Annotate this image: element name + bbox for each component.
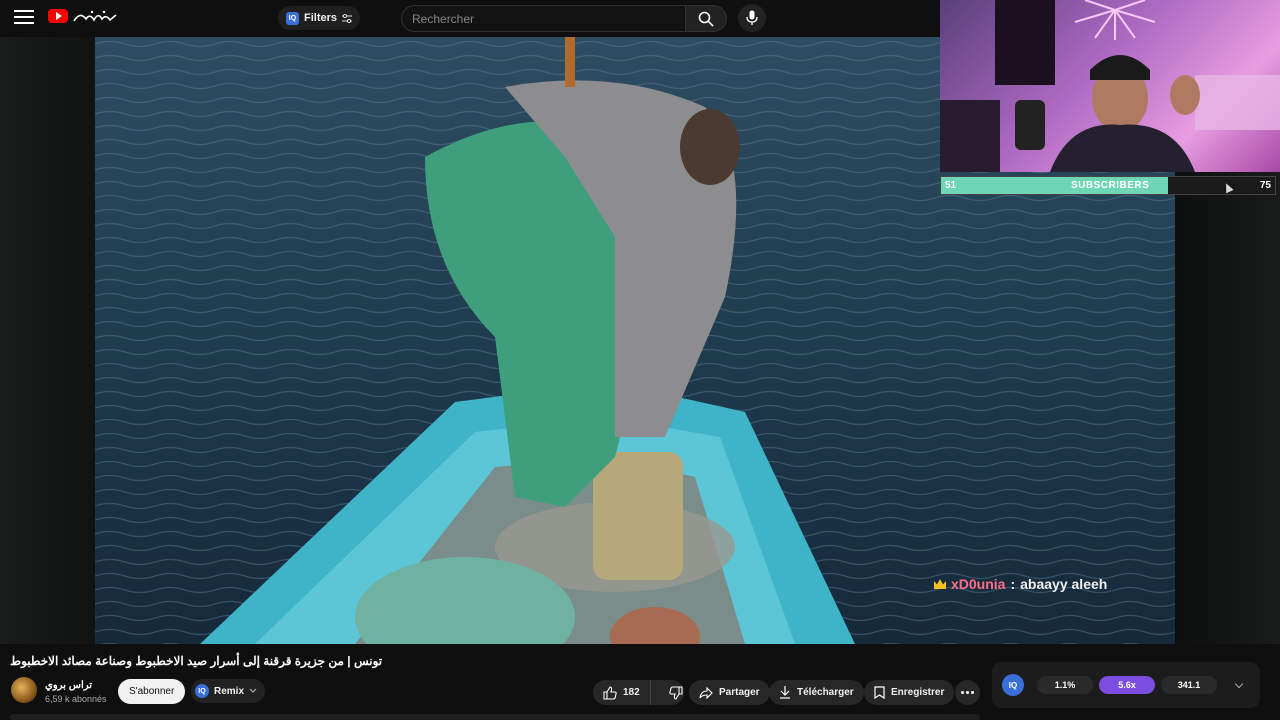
sliders-icon	[342, 13, 353, 23]
share-icon	[699, 686, 713, 699]
bookmark-icon	[874, 686, 885, 699]
channel-avatar[interactable]	[11, 677, 37, 703]
logo-wordmark	[73, 10, 117, 22]
remix-label: Remix	[214, 685, 245, 697]
iq-extension-icon: IQ	[286, 11, 299, 25]
chat-message: xD0unia : abaayy aleeh	[934, 576, 1107, 592]
download-icon	[780, 686, 790, 699]
iq-extension-icon: IQ	[195, 684, 209, 698]
speed-chip-1[interactable]: 1.1%	[1037, 676, 1093, 694]
speed-chip-3[interactable]: 341.1	[1161, 676, 1217, 694]
subscriber-label: SUBSCRIBERS	[1071, 180, 1150, 191]
filters-label: Filters	[304, 12, 338, 24]
chevron-down-icon[interactable]	[1234, 679, 1244, 689]
save-label: Enregistrer	[891, 687, 945, 698]
webcam-image	[940, 0, 1280, 172]
like-button[interactable]: 182	[593, 680, 651, 705]
more-actions-button[interactable]	[955, 680, 980, 705]
channel-subscriber-count: 6,59 k abonnés	[45, 694, 107, 704]
save-button[interactable]: Enregistrer	[864, 680, 955, 705]
horizontal-scrollbar[interactable]	[10, 714, 980, 720]
download-label: Télécharger	[797, 687, 854, 698]
share-button[interactable]: Partager	[689, 680, 770, 705]
like-count: 182	[623, 687, 640, 698]
chevron-down-icon	[249, 688, 257, 693]
microphone-icon	[746, 10, 758, 25]
hamburger-menu-icon[interactable]	[14, 10, 34, 26]
channel-name[interactable]: تراس بروي	[45, 680, 92, 691]
youtube-logo[interactable]	[48, 9, 118, 23]
voice-search-button[interactable]	[738, 4, 766, 32]
youtube-watch-page: IQ Filters Rechercher 51 SUBSCRIBERS 75 …	[0, 0, 1280, 720]
search-icon	[698, 11, 714, 27]
subscriber-goal: 75	[1259, 180, 1271, 191]
iq-extension-icon[interactable]: IQ	[1002, 674, 1024, 696]
share-label: Partager	[719, 687, 760, 698]
more-dots-icon	[961, 691, 964, 694]
thumbs-down-icon	[669, 685, 683, 700]
search-input[interactable]: Rechercher	[401, 5, 686, 32]
subscribe-button[interactable]: S'abonner	[118, 679, 186, 704]
download-button[interactable]: Télécharger	[769, 680, 864, 705]
top-navigation-bar: IQ Filters Rechercher	[0, 0, 940, 37]
thumbs-up-icon	[603, 685, 617, 700]
search-button[interactable]	[685, 5, 727, 32]
subscriber-current: 51	[945, 180, 957, 191]
remix-button[interactable]: IQ Remix	[191, 679, 266, 703]
chat-username: xD0unia	[951, 576, 1006, 592]
crown-icon	[934, 579, 946, 589]
extension-speed-panel: IQ 1.1% 5.6x 341.1	[992, 662, 1260, 708]
video-title: تونس | من جزيرة قرقنة إلى أسرار صيد الاخ…	[10, 654, 383, 668]
like-dislike-group: 182	[593, 680, 684, 705]
chat-text: abaayy aleeh	[1020, 576, 1108, 592]
filters-button[interactable]: IQ Filters	[278, 6, 361, 30]
speed-chip-2[interactable]: 5.6x	[1099, 676, 1155, 694]
streamer-webcam	[940, 0, 1280, 172]
youtube-play-icon	[48, 9, 68, 23]
chat-separator: :	[1010, 576, 1016, 592]
